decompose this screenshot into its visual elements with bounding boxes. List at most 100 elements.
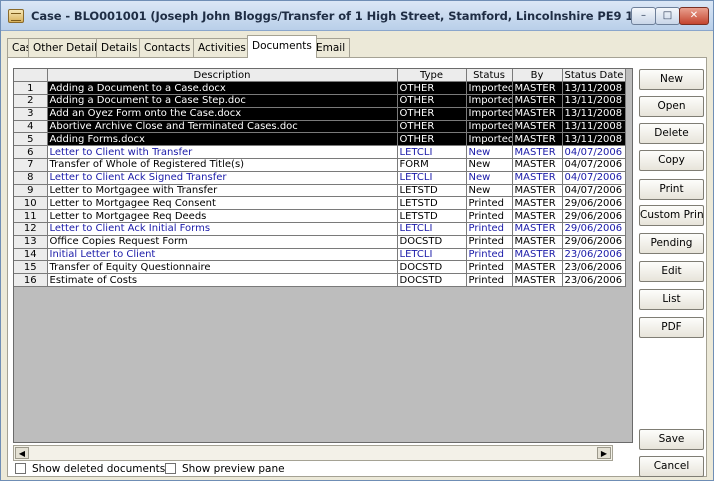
table-row[interactable]: 14 Initial Letter to Client LETCLI Printed M… bbox=[14, 248, 626, 262]
description-cell[interactable]: Letter to Client Ack Initial Forms bbox=[47, 222, 398, 236]
pdf-button[interactable]: PDF bbox=[639, 317, 704, 338]
row-number-cell[interactable]: 13 bbox=[14, 235, 48, 249]
description-cell[interactable]: Initial Letter to Client bbox=[47, 248, 398, 262]
tab-documents[interactable]: Documents bbox=[247, 35, 317, 58]
description-cell[interactable]: Abortive Archive Close and Terminated Ca… bbox=[47, 120, 398, 134]
status-cell[interactable]: Printed bbox=[466, 248, 513, 262]
type-cell[interactable]: LETCLI bbox=[397, 222, 467, 236]
show-preview-checkbox[interactable] bbox=[165, 463, 176, 474]
by-cell[interactable]: MASTER bbox=[512, 235, 563, 249]
status-date-cell[interactable]: 04/07/2006 bbox=[562, 184, 626, 198]
save-button[interactable]: Save bbox=[639, 429, 704, 450]
type-cell[interactable]: OTHER bbox=[397, 94, 467, 108]
row-number-cell[interactable]: 11 bbox=[14, 209, 48, 224]
status-date-cell[interactable]: 04/07/2006 bbox=[562, 171, 626, 185]
description-cell[interactable]: Letter to Client Ack Signed Transfer bbox=[47, 171, 398, 185]
row-number-cell[interactable]: 2 bbox=[14, 94, 48, 108]
row-number-cell[interactable]: 7 bbox=[14, 158, 48, 172]
maximize-button[interactable]: □ bbox=[655, 7, 680, 25]
row-number-cell[interactable]: 1 bbox=[14, 81, 48, 96]
status-cell[interactable]: Printed bbox=[466, 260, 513, 275]
status-date-cell[interactable]: 29/06/2006 bbox=[562, 235, 626, 249]
table-row[interactable]: 6 Letter to Client with Transfer LETCLI New… bbox=[14, 145, 626, 160]
description-cell[interactable]: Add an Oyez Form onto the Case.docx bbox=[47, 107, 398, 121]
status-cell[interactable]: Imported bbox=[466, 120, 513, 134]
by-cell[interactable]: MASTER bbox=[512, 120, 563, 134]
status-cell[interactable]: Printed bbox=[466, 222, 513, 236]
table-row[interactable]: 16 Estimate of Costs DOCSTD Printed MASTER 23… bbox=[14, 273, 626, 288]
row-number-cell[interactable]: 4 bbox=[14, 120, 48, 134]
status-cell[interactable]: New bbox=[466, 158, 513, 172]
status-column-header[interactable]: Status bbox=[466, 69, 513, 83]
edit-button[interactable]: Edit bbox=[639, 261, 704, 282]
custom-print-button[interactable]: Custom Print bbox=[639, 205, 704, 226]
description-cell[interactable]: Letter to Client with Transfer bbox=[47, 145, 398, 160]
status-cell[interactable]: Imported bbox=[466, 132, 513, 147]
minimize-button[interactable]: – bbox=[631, 7, 656, 25]
by-cell[interactable]: MASTER bbox=[512, 81, 563, 96]
status-date-cell[interactable]: 29/06/2006 bbox=[562, 196, 626, 211]
by-cell[interactable]: MASTER bbox=[512, 107, 563, 121]
description-cell[interactable]: Adding Forms.docx bbox=[47, 132, 398, 147]
new-button[interactable]: New bbox=[639, 69, 704, 90]
row-number-cell[interactable]: 12 bbox=[14, 222, 48, 236]
row-number-cell[interactable]: 10 bbox=[14, 196, 48, 211]
type-cell[interactable]: OTHER bbox=[397, 81, 467, 96]
status-date-cell[interactable]: 23/06/2006 bbox=[562, 273, 626, 288]
by-cell[interactable]: MASTER bbox=[512, 94, 563, 108]
table-row[interactable]: 1 Adding a Document to a Case.docx OTHER Im… bbox=[14, 81, 626, 96]
documents-grid[interactable]: Description Type Status By Status Date 1… bbox=[13, 68, 633, 443]
close-button[interactable]: ✕ bbox=[679, 7, 709, 25]
status-date-column-header[interactable]: Status Date bbox=[562, 69, 626, 83]
description-column-header[interactable]: Description bbox=[47, 69, 398, 83]
status-cell[interactable]: Imported bbox=[466, 94, 513, 108]
description-cell[interactable]: Adding a Document to a Case Step.doc bbox=[47, 94, 398, 108]
type-cell[interactable]: DOCSTD bbox=[397, 260, 467, 275]
by-cell[interactable]: MASTER bbox=[512, 222, 563, 236]
description-cell[interactable]: Office Copies Request Form bbox=[47, 235, 398, 249]
description-cell[interactable]: Letter to Mortgagee Req Deeds bbox=[47, 209, 398, 224]
table-row[interactable]: 11 Letter to Mortgagee Req Deeds LETSTD Pri… bbox=[14, 209, 626, 224]
by-cell[interactable]: MASTER bbox=[512, 132, 563, 147]
table-row[interactable]: 12 Letter to Client Ack Initial Forms LETC… bbox=[14, 222, 626, 236]
description-cell[interactable]: Transfer of Whole of Registered Title(s) bbox=[47, 158, 398, 172]
by-cell[interactable]: MASTER bbox=[512, 158, 563, 172]
type-column-header[interactable]: Type bbox=[397, 69, 467, 83]
status-date-cell[interactable]: 23/06/2006 bbox=[562, 248, 626, 262]
type-cell[interactable]: OTHER bbox=[397, 107, 467, 121]
by-cell[interactable]: MASTER bbox=[512, 145, 563, 160]
status-date-cell[interactable]: 13/11/2008 bbox=[562, 94, 626, 108]
status-cell[interactable]: Printed bbox=[466, 273, 513, 288]
copy-button[interactable]: Copy bbox=[639, 150, 704, 171]
row-number-cell[interactable]: 3 bbox=[14, 107, 48, 121]
type-cell[interactable]: DOCSTD bbox=[397, 273, 467, 288]
table-row[interactable]: 7 Transfer of Whole of Registered Title(s… bbox=[14, 158, 626, 172]
by-cell[interactable]: MASTER bbox=[512, 196, 563, 211]
status-cell[interactable]: New bbox=[466, 145, 513, 160]
table-row[interactable]: 10 Letter to Mortgagee Req Consent LETSTD P… bbox=[14, 196, 626, 211]
row-number-cell[interactable]: 8 bbox=[14, 171, 48, 185]
tab-details[interactable]: Details bbox=[96, 38, 143, 57]
row-number-cell[interactable]: 6 bbox=[14, 145, 48, 160]
horizontal-scrollbar[interactable]: ◀ ▶ bbox=[13, 445, 613, 461]
by-cell[interactable]: MASTER bbox=[512, 184, 563, 198]
row-number-cell[interactable]: 5 bbox=[14, 132, 48, 147]
status-cell[interactable]: Printed bbox=[466, 209, 513, 224]
by-cell[interactable]: MASTER bbox=[512, 273, 563, 288]
table-row[interactable]: 13 Office Copies Request Form DOCSTD Printe… bbox=[14, 235, 626, 249]
open-button[interactable]: Open bbox=[639, 96, 704, 117]
type-cell[interactable]: LETCLI bbox=[397, 248, 467, 262]
status-date-cell[interactable]: 29/06/2006 bbox=[562, 222, 626, 236]
row-number-cell[interactable]: 15 bbox=[14, 260, 48, 275]
type-cell[interactable]: LETSTD bbox=[397, 209, 467, 224]
status-date-cell[interactable]: 23/06/2006 bbox=[562, 260, 626, 275]
table-row[interactable]: 9 Letter to Mortgagee with Transfer LETSTD… bbox=[14, 184, 626, 198]
delete-button[interactable]: Delete bbox=[639, 123, 704, 144]
status-date-cell[interactable]: 13/11/2008 bbox=[562, 81, 626, 96]
by-cell[interactable]: MASTER bbox=[512, 260, 563, 275]
table-row[interactable]: 2 Adding a Document to a Case Step.doc OTH… bbox=[14, 94, 626, 108]
type-cell[interactable]: OTHER bbox=[397, 120, 467, 134]
status-date-cell[interactable]: 04/07/2006 bbox=[562, 145, 626, 160]
row-number-cell[interactable]: 9 bbox=[14, 184, 48, 198]
type-cell[interactable]: FORM bbox=[397, 158, 467, 172]
